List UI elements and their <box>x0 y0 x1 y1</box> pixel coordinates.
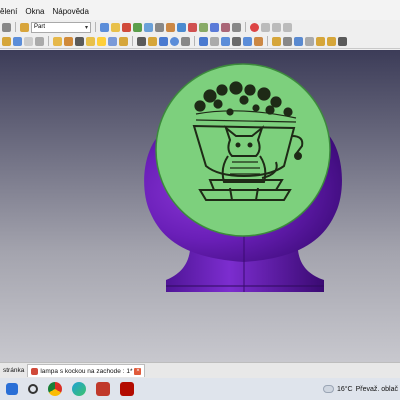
tree-icon[interactable] <box>199 22 208 32</box>
macro-run-icon[interactable] <box>133 22 142 32</box>
measure-distance-icon[interactable] <box>137 36 146 46</box>
cut-icon[interactable] <box>210 36 219 46</box>
debug-icon[interactable] <box>144 22 153 32</box>
fit-selection-icon[interactable] <box>13 36 22 46</box>
toolbar-separator <box>132 36 133 46</box>
part-cone-icon[interactable] <box>181 36 190 46</box>
system-tray[interactable]: 16°C Převaž. oblač <box>322 385 400 393</box>
toolbar-separator <box>95 22 96 32</box>
offset-icon[interactable] <box>305 36 314 46</box>
part-sphere-icon[interactable] <box>170 36 179 46</box>
3d-model-view <box>144 63 342 292</box>
toolbar-separator <box>267 36 268 46</box>
fuse-icon[interactable] <box>221 36 230 46</box>
clip-icon[interactable] <box>221 22 230 32</box>
projection-icon[interactable] <box>327 36 336 46</box>
view-isometric-icon[interactable] <box>53 36 62 46</box>
cloud-icon <box>322 385 334 393</box>
macro-icon[interactable] <box>111 22 120 32</box>
toolbar-separator <box>48 36 49 46</box>
report-icon[interactable] <box>188 22 197 32</box>
stop-icon[interactable] <box>261 22 270 32</box>
tab-label: lampa s kockou na zachode : 1* <box>40 367 133 375</box>
edge-icon[interactable] <box>72 382 86 396</box>
fillet-icon[interactable] <box>272 36 281 46</box>
toolbar-separator <box>15 22 16 32</box>
extrude-icon[interactable] <box>243 36 252 46</box>
dimension-icon[interactable] <box>232 22 241 32</box>
view-toolbar <box>0 34 400 49</box>
tab-lamp-document[interactable]: lampa s kockou na zachode : 1* × <box>27 364 146 377</box>
temperature: 16°C <box>336 385 353 393</box>
toolbar-separator <box>245 22 246 32</box>
toolbar-separator <box>194 36 195 46</box>
start-icon[interactable] <box>6 383 18 395</box>
addon-icon[interactable] <box>166 22 175 32</box>
part-cylinder-icon[interactable] <box>159 36 168 46</box>
stop-record-icon[interactable] <box>250 22 259 32</box>
chrome-icon[interactable] <box>48 382 62 396</box>
freecad-icon[interactable] <box>96 382 110 396</box>
step-into-icon[interactable] <box>283 22 292 32</box>
menu-item-help[interactable]: Nápověda <box>48 7 92 16</box>
part-box-icon[interactable] <box>148 36 157 46</box>
pointer-icon[interactable] <box>2 22 11 32</box>
thickness-icon[interactable] <box>316 36 325 46</box>
acrobat-icon[interactable] <box>120 382 134 396</box>
menu-item-windows[interactable]: Okna <box>21 7 48 16</box>
view-right-icon[interactable] <box>86 36 95 46</box>
menu-item-edit[interactable]: ělení <box>0 7 21 16</box>
tab-start-page[interactable]: stránka <box>0 364 27 377</box>
chamfer-icon[interactable] <box>283 36 292 46</box>
measure-icon[interactable] <box>210 22 219 32</box>
view-front-icon[interactable] <box>64 36 73 46</box>
3d-viewport[interactable] <box>0 50 400 362</box>
main-toolbar: Part ▾ <box>0 20 400 34</box>
close-icon[interactable]: × <box>134 367 142 375</box>
workbench-selector[interactable]: Part ▾ <box>31 21 91 33</box>
bounding-box-icon[interactable] <box>35 36 44 46</box>
section-icon[interactable] <box>338 36 347 46</box>
draw-style-icon[interactable] <box>24 36 33 46</box>
freecad-document-icon <box>31 367 39 375</box>
fit-all-icon[interactable] <box>2 36 11 46</box>
workbench-icon <box>20 22 29 32</box>
view-bottom-icon[interactable] <box>108 36 117 46</box>
step-icon[interactable] <box>155 22 164 32</box>
revolve-icon[interactable] <box>254 36 263 46</box>
common-icon[interactable] <box>232 36 241 46</box>
workbench-selector-label: Part <box>34 24 46 30</box>
engraved-top-face <box>155 63 331 237</box>
search-icon[interactable] <box>28 384 38 394</box>
python-console-icon[interactable] <box>177 22 186 32</box>
document-tabs: stránka lampa s kockou na zachode : 1* × <box>0 362 400 378</box>
weather-text: Převaž. oblač <box>355 385 398 393</box>
view-rear-icon[interactable] <box>97 36 106 46</box>
play-icon[interactable] <box>272 22 281 32</box>
windows-taskbar: 16°C Převaž. oblač <box>0 378 400 400</box>
macro-edit-icon[interactable] <box>122 22 131 32</box>
mirror-icon[interactable] <box>294 36 303 46</box>
macro-record-icon[interactable] <box>100 22 109 32</box>
chevron-down-icon: ▾ <box>84 24 88 31</box>
view-left-icon[interactable] <box>119 36 128 46</box>
tab-label: stránka <box>3 367 25 374</box>
menu-bar: ělení Okna Nápověda <box>0 0 400 22</box>
boolean-icon[interactable] <box>199 36 208 46</box>
view-top-icon[interactable] <box>75 36 84 46</box>
